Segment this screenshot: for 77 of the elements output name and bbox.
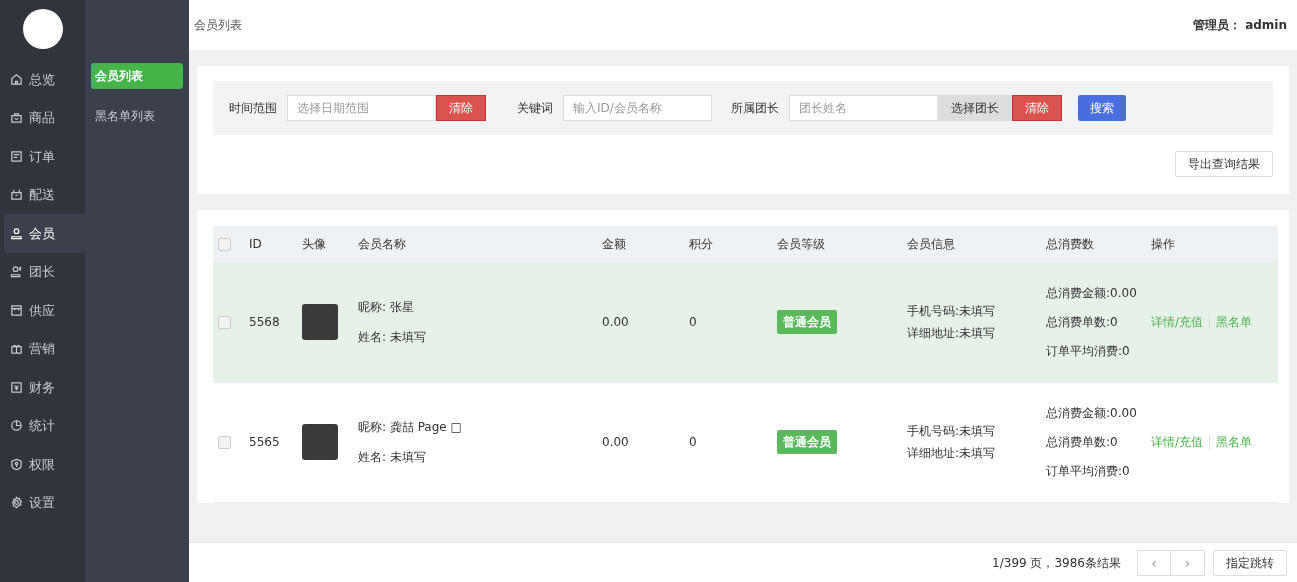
checkbox[interactable]: [218, 238, 231, 251]
column-header: ID: [249, 237, 262, 251]
jump-button[interactable]: 指定跳转: [1213, 549, 1287, 576]
input-field[interactable]: 输入ID/会员名称: [563, 95, 712, 121]
person-icon: [10, 265, 23, 279]
person-icon: [10, 226, 23, 240]
nav-item[interactable]: 团长: [4, 252, 85, 291]
filter-label: 关键词: [517, 100, 553, 117]
real-name: 姓名: 未填写: [358, 449, 427, 466]
select-leader-button[interactable]: 选择团长: [938, 95, 1012, 121]
column-header: 会员信息: [907, 237, 955, 251]
input-field[interactable]: 团长姓名: [789, 95, 938, 121]
input-field[interactable]: 选择日期范围: [287, 95, 436, 121]
subnav-item[interactable]: 黑名单列表: [91, 103, 183, 129]
ledger-icon: [10, 380, 23, 394]
gear-icon: [10, 496, 23, 510]
column-header: 会员名称: [358, 237, 406, 251]
search-button[interactable]: 搜索: [1078, 95, 1126, 121]
clear-button[interactable]: 清除: [436, 95, 486, 121]
spend-text: 总消费单数:0: [1046, 434, 1119, 451]
nickname: 昵称: 龚喆 Page □: [358, 419, 463, 436]
filter-label: 时间范围: [229, 100, 277, 117]
nav-item[interactable]: 权限: [4, 445, 85, 484]
shield-icon: [10, 457, 23, 471]
house-icon: [10, 72, 23, 86]
gift-icon: [10, 342, 23, 356]
nav-item[interactable]: 营销: [4, 329, 85, 368]
nav-item[interactable]: 总览: [4, 60, 85, 99]
receipt-icon: [10, 149, 23, 163]
export-button[interactable]: 导出查询结果: [1175, 151, 1273, 177]
pie-chart-icon: [10, 419, 23, 433]
column-header: 会员等级: [777, 237, 825, 251]
phone-text: 手机号码:未填写: [907, 302, 997, 320]
nickname: 昵称: 张星: [358, 298, 415, 316]
table-cell: 0.00: [602, 314, 629, 329]
address-text: 详细地址:未填写: [907, 324, 997, 342]
spend-text: 订单平均消费:0: [1046, 342, 1131, 360]
admin-label: 管理员： admin: [1192, 17, 1287, 34]
avatar-photo-placeholder: [302, 303, 338, 340]
column-header: 头像: [302, 237, 326, 251]
nav-item[interactable]: 订单: [4, 137, 85, 176]
breadcrumb: 会员列表: [194, 17, 242, 34]
clear-button[interactable]: 清除: [1012, 95, 1062, 121]
table-cell: 5568: [249, 314, 280, 329]
logo-circle: [22, 9, 63, 49]
column-header: 积分: [689, 237, 713, 251]
nav-item[interactable]: 会员: [4, 214, 85, 253]
nav-item[interactable]: 配送: [4, 175, 85, 214]
real-name: 姓名: 未填写: [358, 328, 427, 346]
nav-item[interactable]: 统计: [4, 406, 85, 445]
checkbox[interactable]: [218, 315, 231, 329]
table-cell: 0: [689, 314, 697, 329]
table-cell: 0: [689, 435, 697, 449]
column-header: 操作: [1151, 237, 1175, 251]
nav-item[interactable]: 财务: [4, 368, 85, 407]
box-icon: [10, 188, 23, 202]
level-tag: 普通会员: [777, 309, 837, 334]
avatar-photo-placeholder: [302, 424, 338, 460]
pagination-summary: 1/399 页，3986条结果: [992, 554, 1121, 572]
store-icon: [10, 303, 23, 317]
column-header: 金额: [602, 237, 626, 251]
address-text: 详细地址:未填写: [907, 445, 997, 462]
nav-item[interactable]: 供应: [4, 291, 85, 330]
bag-icon: [10, 111, 23, 125]
nav-item[interactable]: 商品: [4, 98, 85, 137]
spend-text: 总消费金额:0.00: [1046, 405, 1138, 422]
spend-text: 总消费单数:0: [1046, 313, 1119, 331]
checkbox[interactable]: [218, 436, 231, 449]
phone-text: 手机号码:未填写: [907, 423, 997, 440]
column-header: 总消费数: [1046, 237, 1094, 251]
filter-label: 所属团长: [731, 100, 779, 117]
table-cell: 5565: [249, 435, 280, 449]
spend-text: 总消费金额:0.00: [1046, 284, 1138, 302]
spend-text: 订单平均消费:0: [1046, 463, 1131, 480]
level-tag: 普通会员: [777, 430, 837, 454]
nav-item[interactable]: 设置: [4, 483, 85, 522]
table-cell: 0.00: [602, 435, 629, 449]
